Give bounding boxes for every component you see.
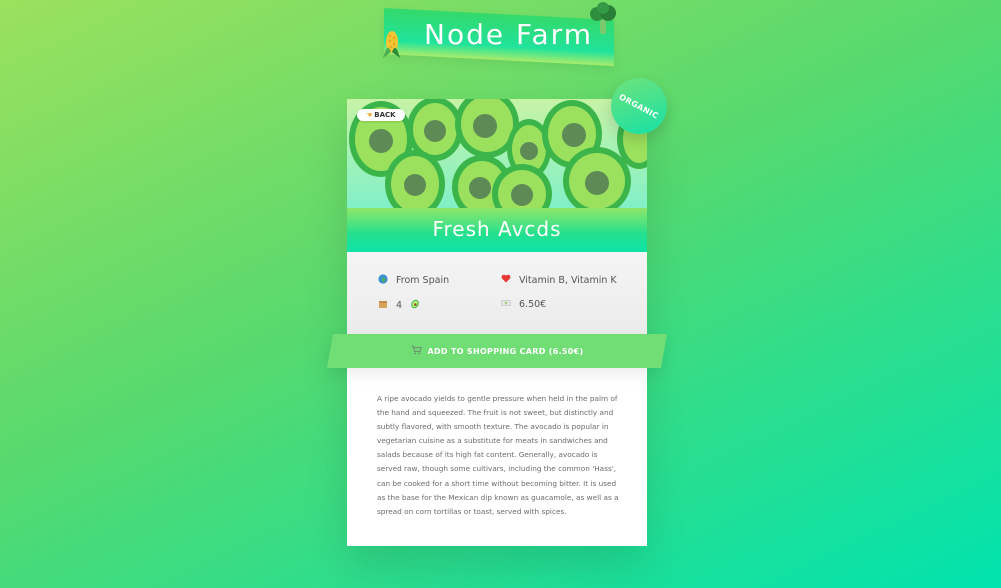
avocado-icon	[409, 299, 421, 312]
nutrients-text: Vitamin B, Vitamin K	[519, 274, 617, 286]
back-button[interactable]: ☚ BACK	[357, 109, 405, 121]
brand-header: Node Farm	[380, 2, 616, 67]
box-icon	[377, 299, 389, 312]
globe-icon	[377, 274, 389, 287]
corn-icon	[383, 31, 400, 58]
add-to-cart-label-wrap[interactable]: ADD TO SHOPPING CARD (6.50€)	[330, 334, 664, 368]
heart-icon	[500, 274, 512, 286]
product-description: A ripe avocado yields to gentle pressure…	[377, 394, 619, 516]
back-button-label: BACK	[374, 111, 396, 119]
price-detail: 6.50€	[500, 299, 546, 310]
cart-icon	[411, 345, 422, 357]
organic-label: ORGANIC	[617, 91, 661, 121]
product-details: From Spain Vitamin B, Vitamin K 4 6.50€	[347, 252, 647, 342]
brand-title: Node Farm	[424, 18, 593, 51]
origin-detail: From Spain	[377, 274, 449, 287]
quantity-detail: 4	[377, 299, 421, 312]
add-to-cart-label: ADD TO SHOPPING CARD (6.50€)	[427, 346, 584, 356]
broccoli-icon	[590, 2, 616, 34]
quantity-text: 4	[396, 300, 403, 311]
product-title: Fresh Avcds	[432, 217, 562, 241]
nutrients-detail: Vitamin B, Vitamin K	[500, 274, 617, 286]
product-image: ☚ BACK	[347, 99, 647, 212]
hand-pointing-left-icon: ☚	[366, 111, 373, 119]
money-icon	[500, 299, 512, 310]
price-text: 6.50€	[519, 299, 547, 310]
origin-text: From Spain	[396, 275, 450, 286]
organic-badge: ORGANIC	[611, 78, 667, 134]
